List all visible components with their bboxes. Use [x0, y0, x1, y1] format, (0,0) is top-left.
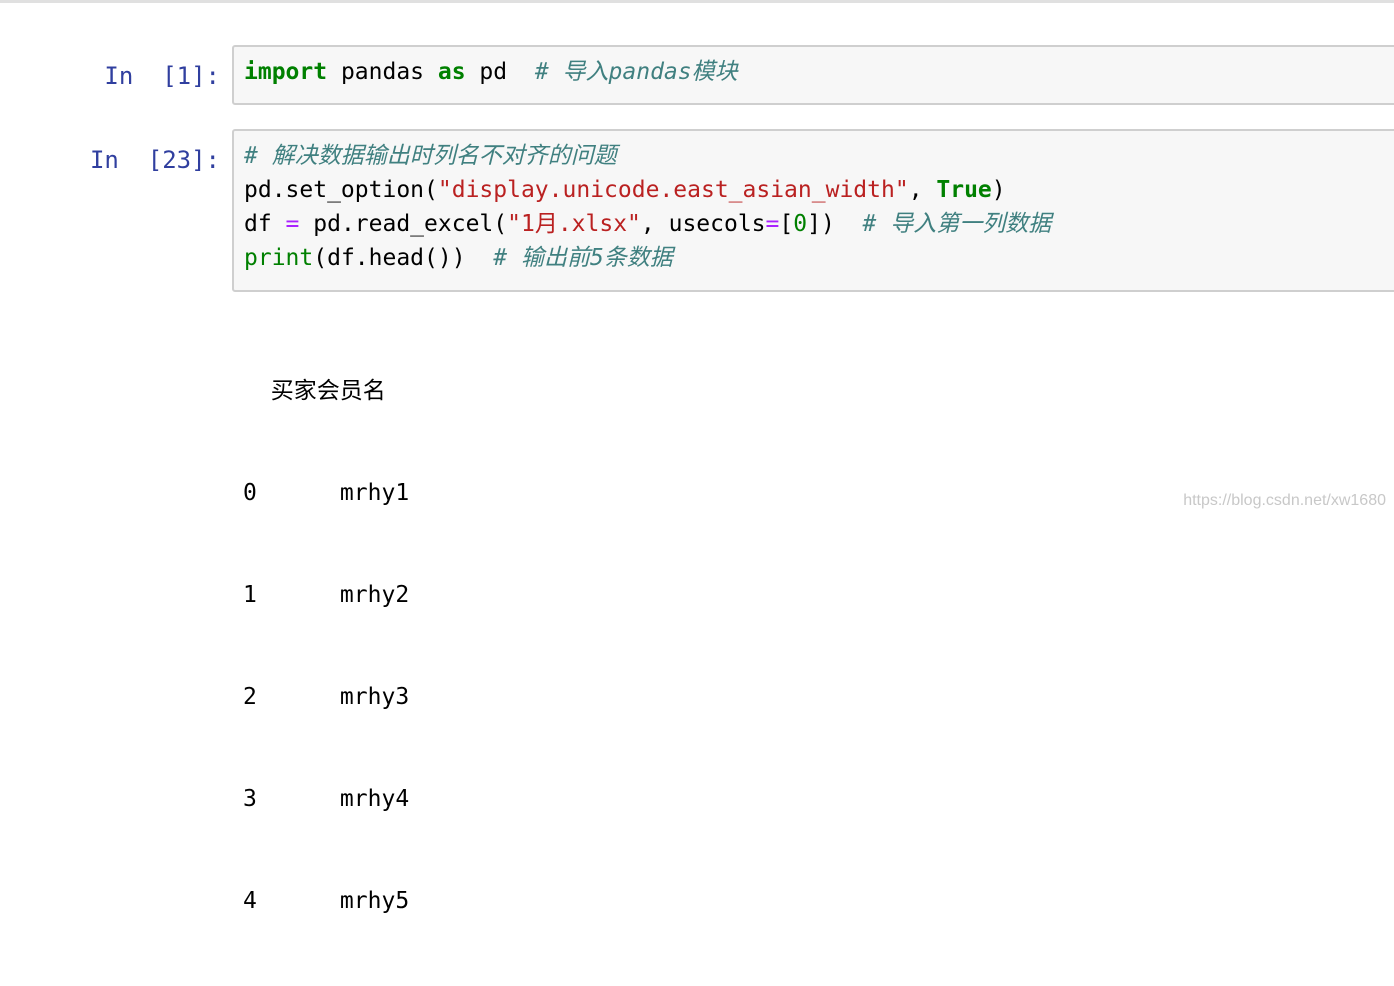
watermark: https://blog.csdn.net/xw1680 [1183, 492, 1386, 509]
code-line: import pandas as pd # 导入pandas模块 [244, 59, 738, 85]
output-row: 4 mrhy5 [243, 888, 410, 914]
cell-prompt: In [1]: [104, 62, 220, 90]
output-row: 0 mrhy1 [243, 480, 410, 506]
code-line: # 解决数据输出时列名不对齐的问题 [244, 143, 617, 169]
output-row: 1 mrhy2 [243, 582, 410, 608]
output-header-row: 买家会员名 [243, 378, 386, 404]
output-row: 3 mrhy4 [243, 786, 410, 812]
cell-input-editor[interactable]: # 解决数据输出时列名不对齐的问题 pd.set_option("display… [232, 129, 1394, 292]
top-divider [0, 0, 1394, 3]
cell-prompt: In [23]: [89, 146, 220, 174]
cell-output: 买家会员名 0 mrhy1 1 mrhy2 2 mrhy3 3 mrhy4 4 … [243, 306, 409, 986]
code-line: print(df.head()) # 输出前5条数据 [244, 245, 673, 271]
output-row: 2 mrhy3 [243, 684, 410, 710]
code-line: df = pd.read_excel("1月.xlsx", usecols=[0… [244, 211, 1052, 237]
code-line: pd.set_option("display.unicode.east_asia… [244, 177, 1006, 203]
cell-input-editor[interactable]: import pandas as pd # 导入pandas模块 [232, 45, 1394, 105]
